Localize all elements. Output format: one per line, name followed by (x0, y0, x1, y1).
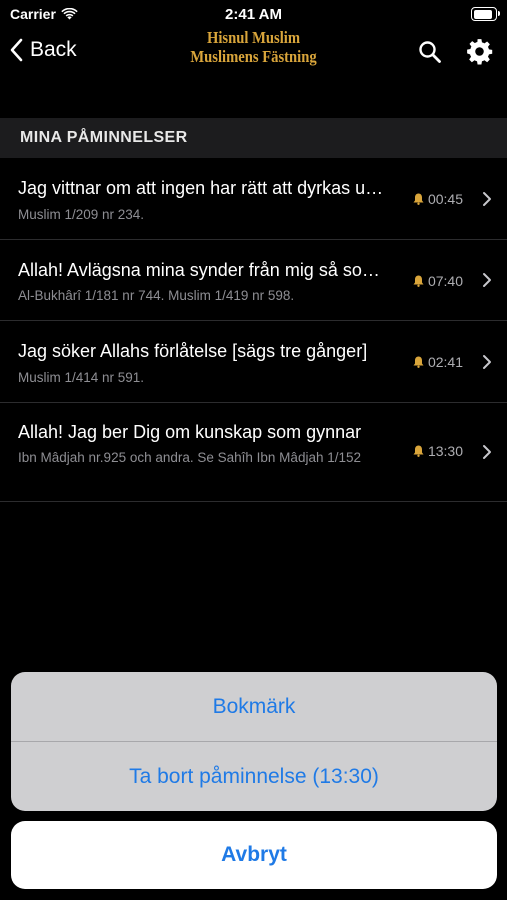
title-line-2: Muslimens Fästning (190, 47, 317, 66)
reminder-time-label: 13:30 (427, 443, 463, 459)
battery-icon (471, 7, 500, 21)
list-item[interactable]: Allah! Jag ber Dig om kunskap som gynnar… (0, 403, 507, 502)
app-title-logo: Hisnul Muslim Muslimens Fästning (35, 28, 471, 66)
status-bar: Carrier 2:41 AM (0, 0, 507, 28)
reminder-time: 00:45 (413, 191, 463, 207)
reminder-source: Ibn Mâdjah nr.925 och andra. Se Sahîh Ib… (18, 450, 361, 465)
list-item[interactable]: Jag söker Allahs förlåtelse [sägs tre gå… (0, 321, 507, 403)
reminder-time-label: 00:45 (427, 191, 463, 207)
chevron-right-icon (483, 273, 491, 287)
chevron-left-icon (10, 38, 23, 62)
battery-fill (473, 9, 492, 19)
bell-icon (413, 193, 424, 205)
gear-icon[interactable] (466, 38, 493, 65)
action-sheet: Bokmärk Ta bort påminnelse (13:30) (11, 672, 497, 811)
reminder-time: 13:30 (413, 443, 463, 459)
bookmark-button[interactable]: Bokmärk (11, 672, 497, 741)
reminder-source: Muslim 1/414 nr 591. (18, 370, 145, 385)
reminder-title: Allah! Avlägsna mina synder från mig så … (18, 260, 385, 280)
reminder-title: Jag vittnar om att ingen har rätt att dy… (18, 178, 385, 198)
reminder-time-label: 07:40 (427, 273, 463, 289)
remove-reminder-button[interactable]: Ta bort påminnelse (13:30) (11, 742, 497, 811)
chevron-right-icon (483, 192, 491, 206)
list-item[interactable]: Jag vittnar om att ingen har rätt att dy… (0, 158, 507, 240)
bell-icon (413, 275, 424, 287)
nav-actions (418, 38, 493, 65)
search-icon[interactable] (418, 40, 442, 64)
section-header-label: MINA PÅMINNELSER (20, 129, 188, 146)
navigation-bar: Back Hisnul Muslim Muslimens Fästning (0, 28, 507, 80)
reminders-list: Jag vittnar om att ingen har rätt att dy… (0, 158, 507, 502)
chevron-right-icon (483, 445, 491, 459)
reminder-title: Allah! Jag ber Dig om kunskap som gynnar (18, 422, 362, 442)
section-header: MINA PÅMINNELSER (0, 118, 507, 158)
chevron-right-icon (483, 355, 491, 369)
reminder-source: Muslim 1/209 nr 234. (18, 207, 145, 222)
cancel-button[interactable]: Avbryt (11, 821, 497, 889)
reminder-time: 07:40 (413, 273, 463, 289)
bell-icon (413, 356, 424, 368)
bell-icon (413, 445, 424, 457)
reminder-title: Jag söker Allahs förlåtelse [sägs tre gå… (18, 341, 368, 361)
list-item[interactable]: Allah! Avlägsna mina synder från mig så … (0, 240, 507, 321)
reminder-source: Al-Bukhârî 1/181 nr 744. Muslim 1/419 nr… (18, 288, 295, 303)
status-time: 2:41 AM (225, 6, 282, 23)
reminder-time: 02:41 (413, 354, 463, 370)
title-line-1: Hisnul Muslim (206, 28, 301, 47)
reminder-time-label: 02:41 (427, 354, 463, 370)
